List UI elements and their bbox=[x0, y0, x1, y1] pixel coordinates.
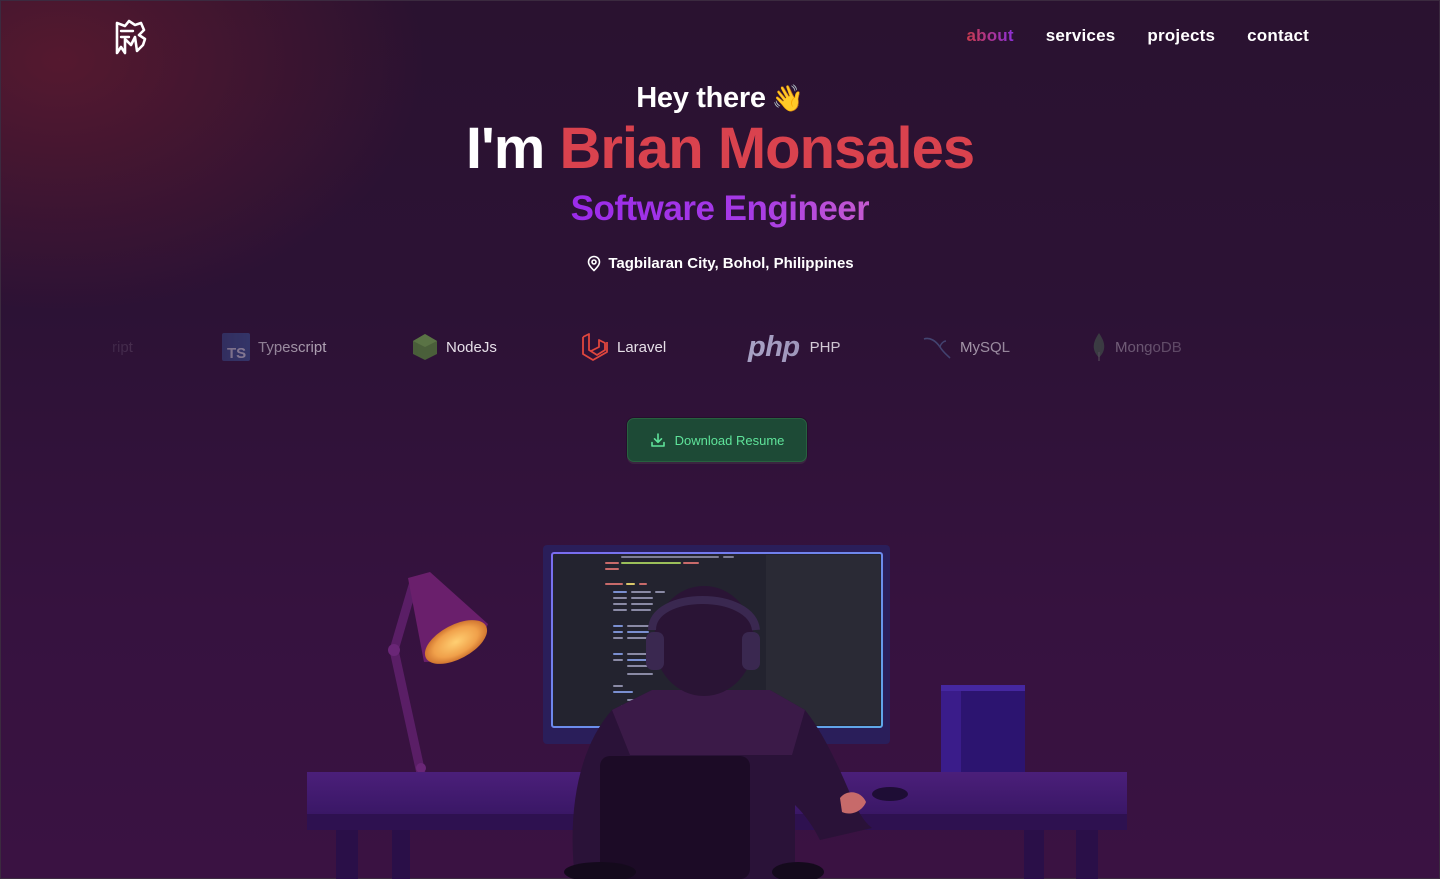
location: Tagbilaran City, Bohol, Philippines bbox=[0, 255, 1440, 272]
tech-label: Laravel bbox=[617, 338, 667, 356]
desk-lamp bbox=[388, 572, 488, 796]
location-pin-icon bbox=[588, 255, 601, 272]
laravel-icon bbox=[582, 333, 608, 361]
tech-label: ript bbox=[112, 338, 133, 356]
hero-name-line: I'm Brian Monsales bbox=[0, 115, 1440, 182]
svg-text:TS: TS bbox=[227, 345, 246, 361]
download-resume-button[interactable]: Download Resume bbox=[627, 418, 807, 462]
hero-role: Software Engineer bbox=[0, 189, 1440, 229]
tech-label: PHP bbox=[809, 338, 841, 356]
main-nav: about services projects contact bbox=[966, 26, 1309, 46]
nav-link-projects[interactable]: projects bbox=[1147, 26, 1215, 46]
hero-greeting: Hey there 👋 bbox=[0, 82, 1440, 115]
tech-item-php: php PHP bbox=[748, 330, 841, 364]
tech-item-typescript: TS Typescript bbox=[222, 330, 326, 364]
nav-link-about[interactable]: about bbox=[966, 26, 1013, 46]
tech-item-javascript: ript bbox=[112, 330, 133, 364]
typescript-icon: TS bbox=[222, 333, 250, 361]
tech-label: NodeJs bbox=[446, 338, 497, 356]
logo-icon[interactable] bbox=[111, 17, 149, 57]
location-text: Tagbilaran City, Bohol, Philippines bbox=[608, 255, 854, 272]
php-icon: php bbox=[748, 330, 800, 363]
wave-icon: 👋 bbox=[771, 83, 804, 113]
developer-desk-illustration bbox=[307, 545, 1127, 879]
hero-name: Brian Monsales bbox=[559, 116, 975, 181]
role-text: Software Engineer bbox=[570, 189, 870, 228]
tech-item-mysql: MySQL bbox=[922, 330, 1010, 364]
tech-item-nodejs: NodeJs bbox=[412, 330, 497, 364]
tech-item-laravel: Laravel bbox=[581, 330, 666, 364]
tech-label: MySQL bbox=[960, 338, 1011, 356]
tech-stack-marquee: ript TS Typescript NodeJs Laravel php PH… bbox=[0, 330, 1440, 364]
greeting-text: Hey there bbox=[636, 82, 766, 114]
nav-link-contact[interactable]: contact bbox=[1247, 26, 1309, 46]
download-icon bbox=[650, 433, 665, 447]
nodejs-icon bbox=[413, 334, 437, 360]
nav-link-services[interactable]: services bbox=[1046, 26, 1116, 46]
mysql-icon bbox=[923, 337, 951, 359]
tech-label: Typescript bbox=[258, 338, 327, 356]
tech-label: MongoDB bbox=[1115, 338, 1182, 356]
intro-text: I'm bbox=[465, 116, 545, 181]
download-resume-label: Download Resume bbox=[674, 432, 785, 448]
tech-item-mongodb: MongoDB bbox=[1091, 330, 1182, 364]
mongodb-icon bbox=[1093, 333, 1105, 361]
